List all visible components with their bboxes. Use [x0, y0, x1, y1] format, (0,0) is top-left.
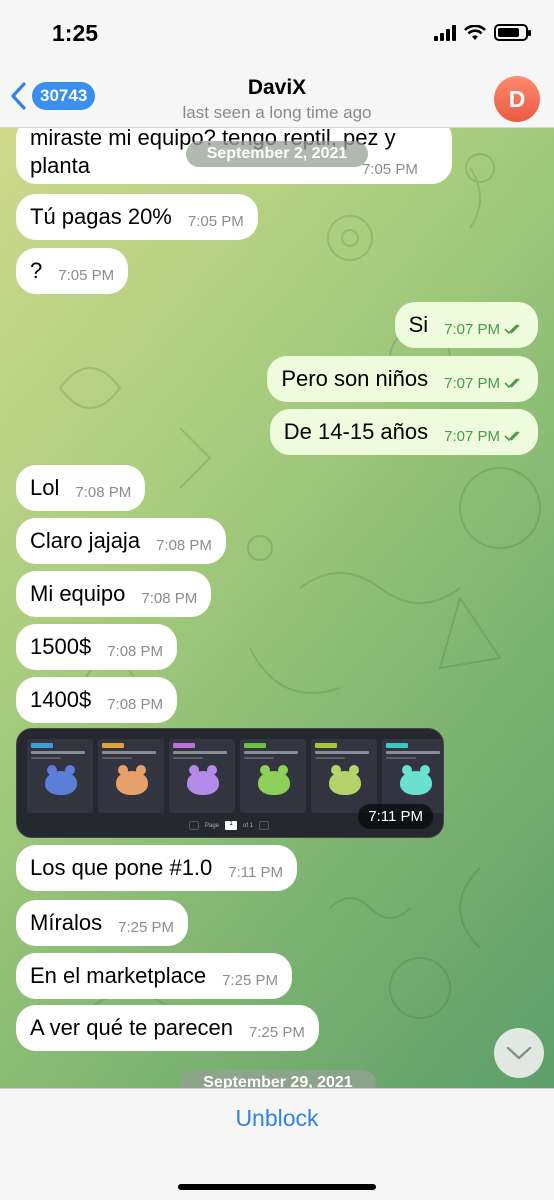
message-incoming[interactable]: 1500$ 7:08 PM: [16, 624, 178, 670]
message-time: 7:25 PM: [222, 971, 278, 989]
axie-card: [240, 739, 306, 813]
message-outgoing[interactable]: De 14-15 años 7:07 PM: [269, 409, 538, 455]
pager-page: 1: [225, 821, 238, 830]
pager-next: [259, 821, 270, 830]
message-text: Mi equipo: [30, 581, 126, 606]
message-text: Si: [408, 312, 429, 337]
message-text: Lol: [30, 475, 60, 500]
chat-header: 30743 DaviX last seen a long time ago D: [0, 70, 554, 128]
message-time: 7:25 PM: [118, 918, 174, 936]
pager-prev: [189, 821, 199, 830]
message-time: 7:07 PM: [444, 320, 500, 338]
home-indicator[interactable]: [178, 1184, 376, 1190]
status-time: 1:25: [52, 20, 99, 46]
status-bar: 1:25: [0, 0, 554, 70]
message-text: En el marketplace: [30, 963, 207, 988]
unblock-button[interactable]: Unblock: [0, 1105, 554, 1132]
message-text: Míralos: [30, 910, 103, 935]
message-text: Los que pone #1.0: [30, 855, 213, 880]
photo-pager: Page 1 of 1: [189, 821, 270, 830]
message-time: 7:05 PM: [58, 266, 115, 284]
message-incoming[interactable]: Claro jajaja 7:08 PM: [16, 518, 226, 564]
scroll-to-bottom-button[interactable]: [494, 1028, 544, 1078]
message-text: Pero son niños: [281, 366, 429, 391]
message-time: 7:05 PM: [187, 212, 244, 230]
avatar[interactable]: D: [494, 76, 540, 122]
read-checkmarks-icon: [504, 431, 520, 442]
message-time: 7:07 PM: [444, 427, 500, 445]
message-time: 7:08 PM: [141, 589, 198, 607]
message-incoming[interactable]: Tú pagas 20% 7:05 PM: [16, 194, 258, 240]
message-text: 1500$: [30, 634, 92, 659]
message-text: Claro jajaja: [30, 528, 141, 553]
axie-card: [27, 739, 93, 813]
read-checkmarks-icon: [504, 378, 520, 389]
message-incoming[interactable]: Lol 7:08 PM: [16, 465, 146, 511]
date-separator: September 29, 2021: [180, 1070, 376, 1088]
battery-icon: [494, 24, 531, 41]
bottom-bar: Unblock: [0, 1088, 554, 1200]
message-outgoing[interactable]: Pero son niños 7:07 PM: [267, 356, 538, 402]
axie-card: [382, 739, 443, 813]
cellular-signal-icon: [434, 24, 456, 41]
message-time: 7:25 PM: [249, 1023, 305, 1041]
axie-card: [311, 739, 377, 813]
message-incoming[interactable]: Mi equipo 7:08 PM: [16, 571, 212, 617]
message-incoming[interactable]: 1400$ 7:08 PM: [16, 677, 178, 723]
wifi-icon: [464, 24, 486, 40]
message-incoming[interactable]: A ver qué te parecen 7:25 PM: [16, 1005, 319, 1051]
chevron-down-icon: [506, 1046, 532, 1060]
message-time: 7:08 PM: [156, 536, 212, 554]
message-time: 7:08 PM: [107, 642, 164, 660]
read-checkmarks-icon: [504, 324, 520, 335]
message-time: 7:08 PM: [107, 695, 164, 713]
message-text: 1400$: [30, 687, 92, 712]
date-separator: September 2, 2021: [186, 141, 368, 167]
message-text: De 14-15 años: [283, 419, 429, 444]
message-time: 7:07 PM: [444, 374, 500, 392]
pager-of: of 1: [243, 822, 254, 829]
message-time: 7:08 PM: [75, 483, 132, 501]
message-incoming[interactable]: Los que pone #1.0 7:11 PM: [16, 845, 298, 891]
message-incoming[interactable]: En el marketplace 7:25 PM: [16, 953, 292, 999]
status-icons: [434, 24, 531, 41]
message-time: 7:11 PM: [228, 863, 284, 881]
message-text: Tú pagas 20%: [30, 204, 172, 229]
chat-area[interactable]: miraste mi equipo? tengo reptil, pez y p…: [0, 128, 554, 1088]
message-incoming[interactable]: ? 7:05 PM: [16, 248, 129, 294]
axie-card: [169, 739, 235, 813]
chat-title[interactable]: DaviX: [0, 76, 554, 100]
message-text: A ver qué te parecen: [30, 1015, 234, 1040]
message-time: 7:05 PM: [361, 160, 418, 178]
last-seen-status: last seen a long time ago: [182, 103, 372, 122]
axie-card: [98, 739, 164, 813]
message-incoming[interactable]: Míralos 7:25 PM: [16, 900, 188, 946]
photo-message[interactable]: Page 1 of 1 7:11 PM: [16, 728, 444, 838]
message-outgoing[interactable]: Si 7:07 PM: [394, 302, 538, 348]
message-text: planta: [30, 153, 90, 178]
message-text: ?: [30, 258, 43, 283]
message-time: 7:11 PM: [358, 804, 433, 829]
pager-label: Page: [205, 822, 220, 829]
